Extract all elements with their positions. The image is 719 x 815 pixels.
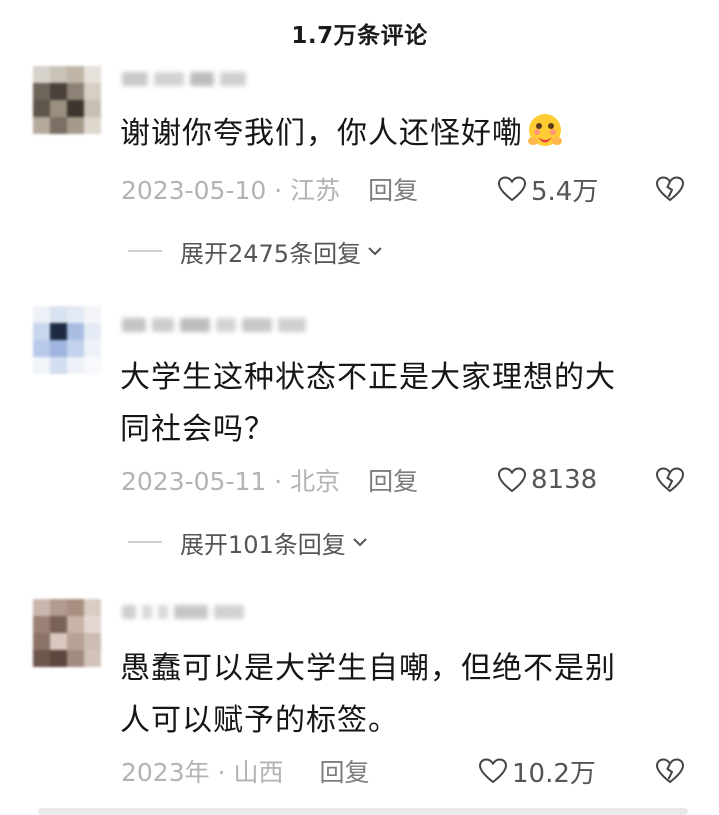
heart-outline-icon	[497, 467, 527, 493]
reply-button[interactable]: 回复	[368, 462, 418, 498]
broken-heart-icon[interactable]	[655, 756, 685, 786]
avatar[interactable]	[33, 306, 101, 374]
avatar[interactable]	[33, 599, 101, 667]
username-blurred[interactable]	[122, 316, 306, 334]
date-location: 2023年 · 山西	[121, 758, 284, 787]
like-count: 10.2万	[512, 758, 596, 789]
broken-heart-icon[interactable]	[655, 174, 685, 204]
date-location: 2023-05-11 · 北京	[121, 467, 341, 496]
like-button[interactable]: 10.2万	[478, 753, 596, 790]
like-count: 8138	[531, 465, 598, 495]
comment-meta: 2023-05-11 · 北京 回复 8138	[121, 460, 685, 500]
chevron-down-icon	[353, 538, 367, 547]
divider-line	[128, 541, 162, 543]
reply-button[interactable]: 回复	[368, 171, 418, 207]
comment-count-title: 1.7万条评论	[291, 23, 428, 49]
like-button[interactable]: 5.4万	[497, 171, 598, 208]
comment-text: 谢谢你夸我们，你人还怪好嘞	[120, 108, 700, 160]
comments-header: 1.7万条评论	[0, 0, 719, 66]
heart-outline-icon	[497, 176, 527, 202]
comment-text: 愚蠢可以是大学生自嘲，但绝不是别 人可以赋予的标签。	[120, 651, 616, 738]
comment-meta: 2023-05-10 · 江苏 回复 5.4万	[121, 169, 685, 209]
reply-button[interactable]: 回复	[319, 753, 369, 789]
comment-text: 大学生这种状态不正是大家理想的大 同社会吗？	[120, 360, 616, 447]
expand-replies-label: 展开2475条回复	[180, 239, 362, 268]
expand-replies-button[interactable]: 展开2475条回复	[128, 233, 383, 269]
username-blurred[interactable]	[122, 70, 246, 88]
like-count: 5.4万	[531, 176, 599, 207]
like-button[interactable]: 8138	[497, 465, 597, 495]
chevron-down-icon	[368, 247, 382, 256]
divider-line	[128, 250, 162, 252]
heart-outline-icon	[478, 758, 508, 784]
hugging-face-icon	[528, 114, 562, 146]
date-location: 2023-05-10 · 江苏	[121, 176, 341, 205]
avatar[interactable]	[33, 66, 101, 134]
expand-replies-label: 展开101条回复	[180, 530, 346, 559]
expand-replies-button[interactable]: 展开101条回复	[128, 524, 368, 560]
username-blurred[interactable]	[122, 603, 244, 621]
comment-meta: 2023年 · 山西 回复 10.2万	[121, 751, 685, 791]
bottom-input-bar[interactable]	[38, 808, 688, 815]
broken-heart-icon[interactable]	[655, 465, 685, 495]
